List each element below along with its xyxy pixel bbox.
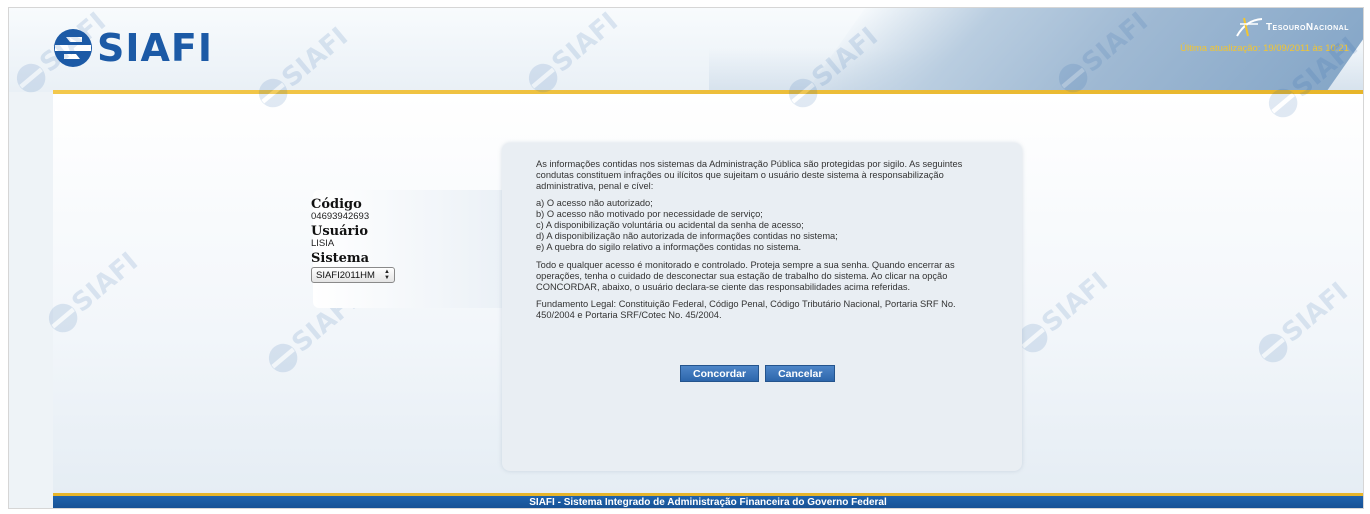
tesouro-nacional-icon xyxy=(1236,17,1263,37)
codigo-label: Código xyxy=(311,197,362,212)
codigo-value: 04693942693 xyxy=(311,211,370,222)
org-name: TesouroNacional xyxy=(1265,21,1349,33)
siafi-logo-icon xyxy=(54,29,92,67)
list-item: c) A disponibilização voluntária ou acid… xyxy=(536,220,804,230)
footer: SIAFI - Sistema Integrado de Administraç… xyxy=(53,496,1363,508)
list-item: a) O acesso não autorizado; xyxy=(536,198,653,208)
sistema-selected-value: SIAFI2011HM xyxy=(316,270,375,281)
notice-legal: Fundamento Legal: Constituição Federal, … xyxy=(536,299,956,320)
action-buttons: Concordar Cancelar xyxy=(680,365,836,382)
list-item: d) A disponibilização não autorizada de … xyxy=(536,231,838,241)
notice-intro: As informações contidas nos sistemas da … xyxy=(536,159,963,191)
logo-text: SIAFI xyxy=(97,26,214,70)
cancel-button[interactable]: Cancelar xyxy=(765,365,836,382)
siafi-logo: SIAFI xyxy=(53,28,213,68)
notice-list: a) O acesso não autorizado; b) O acesso … xyxy=(536,198,996,253)
header: SIAFI TesouroNacional Última atualização… xyxy=(9,8,1363,92)
usuario-label: Usuário xyxy=(311,224,368,239)
list-item: e) A quebra do sigilo relativo a informa… xyxy=(536,242,802,252)
sistema-label: Sistema xyxy=(311,251,370,266)
last-update: Última atualização: 19/09/2011 às 10:21 xyxy=(1180,43,1349,54)
login-info: Código 04693942693 Usuário LISIA Sistema… xyxy=(311,198,395,283)
page-frame: SIAFI TesouroNacional Última atualização… xyxy=(8,7,1364,509)
confidentiality-notice: As informações contidas nos sistemas da … xyxy=(502,143,1022,471)
list-item: b) O acesso não motivado por necessidade… xyxy=(536,209,763,219)
notice-monitor: Todo e qualquer acesso é monitorado e co… xyxy=(536,260,955,292)
tesouro-nacional-block: TesouroNacional Última atualização: 19/0… xyxy=(1180,16,1349,54)
usuario-value: LISIA xyxy=(311,238,335,249)
agree-button[interactable]: Concordar xyxy=(680,365,760,382)
select-arrows-icon: ▲ ▼ xyxy=(384,269,390,281)
sistema-select[interactable]: SIAFI2011HM ▲ ▼ xyxy=(311,267,395,283)
